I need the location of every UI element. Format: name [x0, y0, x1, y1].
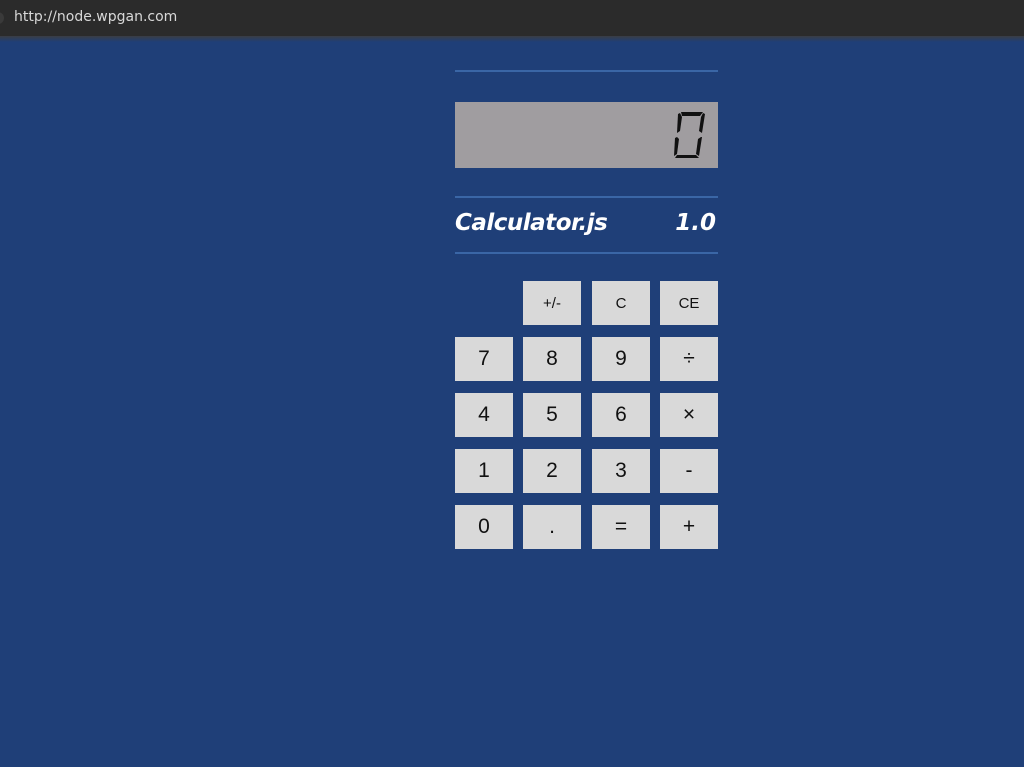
calculator-display: 0: [455, 102, 718, 168]
add-button[interactable]: +: [660, 505, 718, 549]
middle-divider: [455, 196, 718, 198]
calculator-brand: Calculator.js: [455, 210, 608, 236]
address-bar-shadow: [0, 36, 1024, 42]
top-divider: [455, 70, 718, 72]
key-3-button[interactable]: 3: [592, 449, 650, 493]
key-4-button[interactable]: 4: [455, 393, 513, 437]
equals-button[interactable]: =: [592, 505, 650, 549]
key-9-button[interactable]: 9: [592, 337, 650, 381]
sign-toggle-button[interactable]: +/-: [523, 281, 581, 325]
key-7-button[interactable]: 7: [455, 337, 513, 381]
key-5-button[interactable]: 5: [523, 393, 581, 437]
key-6-button[interactable]: 6: [592, 393, 650, 437]
key-2-button[interactable]: 2: [523, 449, 581, 493]
calculator-version: 1.0: [675, 210, 716, 236]
multiply-button[interactable]: ×: [660, 393, 718, 437]
divide-button[interactable]: ÷: [660, 337, 718, 381]
clear-entry-button[interactable]: CE: [660, 281, 718, 325]
url-text[interactable]: http://node.wpgan.com: [14, 9, 177, 25]
key-1-button[interactable]: 1: [455, 449, 513, 493]
browser-address-bar[interactable]: http://node.wpgan.com: [0, 0, 1024, 36]
tab-edge-icon: [0, 12, 4, 24]
subtract-button[interactable]: -: [660, 449, 718, 493]
seven-segment-digit: [674, 112, 705, 158]
key-0-button[interactable]: 0: [455, 505, 513, 549]
decimal-button[interactable]: .: [523, 505, 581, 549]
key-8-button[interactable]: 8: [523, 337, 581, 381]
clear-button[interactable]: C: [592, 281, 650, 325]
bottom-divider: [455, 252, 718, 254]
